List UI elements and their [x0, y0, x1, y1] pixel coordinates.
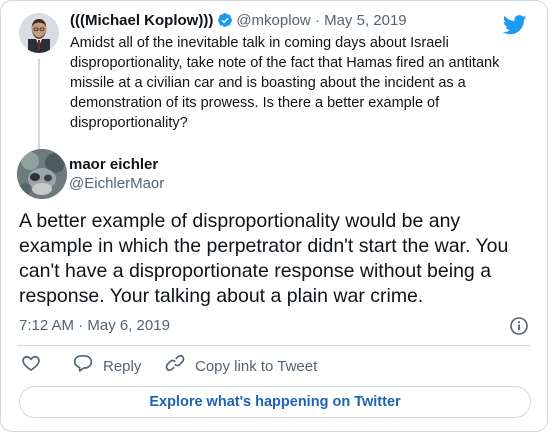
parent-handle[interactable]: @mkoplow — [236, 12, 310, 29]
copy-link-label: Copy link to Tweet — [195, 358, 318, 375]
divider — [17, 345, 531, 346]
embedded-tweet-card: (((Michael Koplow))) @mkoplow · May 5, 20… — [0, 0, 548, 432]
meta-separator: · — [314, 12, 320, 29]
reply-timestamp[interactable]: 7:12 AM · May 6, 2019 — [19, 317, 170, 334]
reply-label: Reply — [103, 358, 142, 375]
reply-button[interactable]: Reply — [73, 353, 141, 381]
thread-connector-line — [38, 59, 40, 151]
reply-author-handle[interactable]: @EichlerMaor — [69, 174, 164, 193]
explore-twitter-button[interactable]: Explore what's happening on Twitter — [19, 386, 531, 418]
info-icon[interactable] — [509, 316, 529, 343]
parent-date[interactable]: May 5, 2019 — [324, 12, 407, 29]
reply-avatar[interactable] — [17, 149, 67, 199]
link-icon — [165, 353, 195, 381]
twitter-bird-icon[interactable] — [502, 15, 527, 40]
reply-author-name[interactable]: maor eichler — [69, 155, 164, 174]
heart-icon — [21, 353, 51, 381]
copy-link-button[interactable]: Copy link to Tweet — [165, 353, 317, 381]
like-button[interactable] — [21, 353, 51, 381]
reply-author[interactable]: maor eichler @EichlerMaor — [17, 149, 531, 201]
parent-author-name[interactable]: (((Michael Koplow))) — [70, 12, 213, 29]
reply-icon — [73, 353, 103, 381]
reply-tweet-text: A better example of disproportionality w… — [19, 210, 509, 307]
verified-badge-icon — [217, 12, 233, 34]
parent-tweet-text: Amidst all of the inevitable talk in com… — [70, 35, 500, 131]
parent-avatar[interactable] — [19, 13, 59, 53]
